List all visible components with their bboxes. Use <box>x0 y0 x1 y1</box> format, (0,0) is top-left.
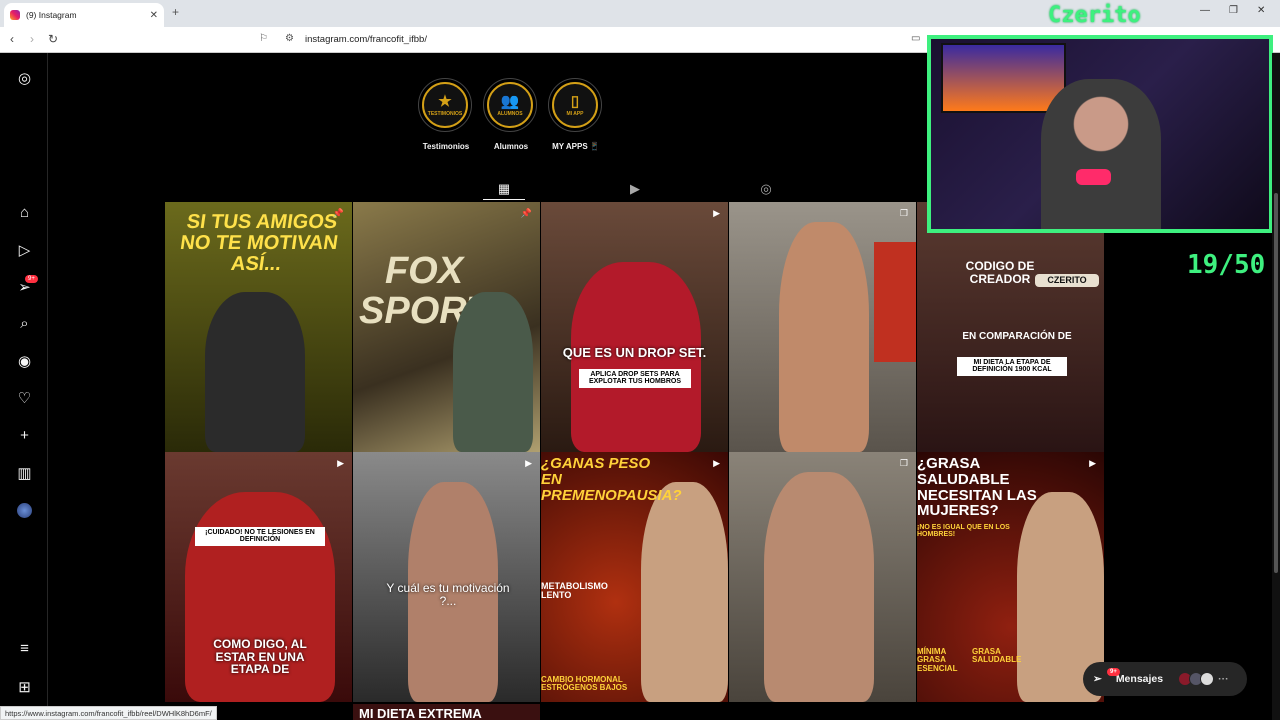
post-8[interactable]: ¿GANAS PESO EN PREMENOPAUSIA? METABOLISM… <box>541 452 728 702</box>
post-subcaption: ¡CUIDADO! NO TE LESIONES EN DEFINICIÓN <box>195 527 325 546</box>
post-subcaption-3: GRASA SALUDABLE <box>972 647 1022 665</box>
avatar <box>1200 672 1215 686</box>
highlight-label: Alumnos <box>493 142 529 151</box>
microphone-image <box>1076 169 1111 185</box>
streamer-name: Czerito <box>1048 3 1141 28</box>
tagged-tab[interactable]: ◎ <box>745 178 787 200</box>
instagram-sidebar: ◎ ⌂ ▷ ➢ ⌕ ◉ ♡ + ▥ ≡ ⊞ <box>0 53 48 720</box>
minimize-icon[interactable]: — <box>1200 5 1210 16</box>
post-caption: CODIGO DE CREADOR <box>965 259 1035 286</box>
site-info-icon[interactable]: ⚙ <box>285 33 294 44</box>
phone-icon: ▯ <box>570 92 580 110</box>
post-4[interactable]: ❐ <box>729 202 916 452</box>
post-figure <box>205 292 305 452</box>
highlight-testimonios[interactable]: ★ TESTIMONIOS Testimonios <box>418 78 474 151</box>
post-5[interactable]: CODIGO DE CREADOR CZERITO EN COMPARACIÓN… <box>917 202 1104 452</box>
messages-badge: 9+ <box>25 275 38 283</box>
webcam-overlay <box>927 35 1273 233</box>
messages-label: Mensajes <box>1115 673 1164 685</box>
more-icon: ··· <box>1218 673 1229 685</box>
post-subcaption-2: MI DIETA LA ETAPA DE DEFINICIÓN 1900 KCA… <box>957 357 1067 376</box>
bookmark-icon[interactable]: ⚐ <box>259 33 268 44</box>
highlight-label: Testimonios <box>422 142 470 151</box>
highlight-alumnos[interactable]: 👥 ALUMNOS Alumnos <box>483 78 539 151</box>
create-icon[interactable]: + <box>16 427 33 444</box>
post-caption: MI DIETA EXTREMA <box>359 706 482 720</box>
post-subcaption: EN COMPARACIÓN DE <box>962 331 1072 342</box>
back-icon[interactable]: ‹ <box>10 32 14 46</box>
close-tab-icon[interactable]: ✕ <box>150 10 158 21</box>
post-6[interactable]: ¡CUIDADO! NO TE LESIONES EN DEFINICIÓN C… <box>165 452 352 702</box>
streamer-image <box>1041 79 1161 229</box>
creator-tag: CZERITO <box>1035 274 1099 288</box>
post-subcaption: METABOLISMO LENTO <box>541 581 608 601</box>
pin-icon: 📌 <box>332 208 344 218</box>
also-from-meta-icon[interactable]: ⊞ <box>16 678 33 696</box>
post-subcaption-2: CAMBIO HORMONAL ESTRÓGENOS BAJOS <box>541 675 628 693</box>
menu-icon[interactable]: ≡ <box>16 640 33 657</box>
forward-icon[interactable]: › <box>30 32 34 46</box>
notifications-icon[interactable]: ♡ <box>16 389 33 407</box>
explore-icon[interactable]: ◉ <box>16 352 33 370</box>
post-subcaption-2: MÍNIMA GRASA ESENCIAL <box>917 647 958 673</box>
post-caption: COMO DIGO, AL ESTAR EN UNA ETAPA DE <box>213 637 307 677</box>
reel-icon: ▶ <box>525 458 532 468</box>
reload-icon[interactable]: ↻ <box>48 32 58 46</box>
close-window-icon[interactable]: ✕ <box>1257 5 1265 16</box>
instagram-favicon-icon <box>10 10 20 20</box>
star-icon: ★ <box>438 92 452 110</box>
highlight-label: MY APPS 📱 <box>552 142 600 151</box>
dashboard-icon[interactable]: ▥ <box>16 464 33 482</box>
instagram-logo-icon[interactable]: ◎ <box>16 69 33 87</box>
carousel-icon: ❐ <box>899 458 908 468</box>
search-icon[interactable]: ⌕ <box>16 315 33 332</box>
highlight-my-apps[interactable]: ▯ MI APP MY APPS 📱 <box>548 78 604 151</box>
post-1[interactable]: SI TUS AMIGOS NO TE MOTIVAN ASÍ... 📌 <box>165 202 352 452</box>
profile-avatar[interactable] <box>16 502 33 519</box>
restore-icon[interactable]: ❐ <box>1229 5 1238 16</box>
post-subcaption: APLICA DROP SETS PARA EXPLOTAR TUS HOMBR… <box>579 369 691 388</box>
message-avatars <box>1178 672 1215 686</box>
carousel-icon: ❐ <box>899 208 908 218</box>
post-caption: ¿GRASA SALUDABLE NECESITAN LAS MUJERES? <box>917 455 1037 520</box>
post-figure <box>641 482 728 702</box>
pin-icon: 📌 <box>520 208 532 218</box>
post-caption: SI TUS AMIGOS NO TE MOTIVAN ASÍ... <box>178 211 340 275</box>
post-11-peek[interactable]: MI DIETA EXTREMA <box>353 704 540 720</box>
messages-badge: 9+ <box>1107 668 1120 676</box>
reels-icon[interactable]: ▷ <box>16 241 33 259</box>
messages-icon: ➢ <box>1093 673 1102 685</box>
scrollbar[interactable] <box>1272 53 1280 720</box>
reels-tab[interactable]: ▶ <box>614 178 656 200</box>
scrollbar-thumb[interactable] <box>1274 193 1278 573</box>
post-figure <box>764 472 874 702</box>
post-caption: Y cuál es tu motivación ?... <box>386 581 510 608</box>
post-7[interactable]: Y cuál es tu motivación ?... ▶ <box>353 452 540 702</box>
group-icon: 👥 <box>500 92 520 110</box>
post-caption: ¿GANAS PESO EN PREMENOPAUSIA? <box>541 455 682 504</box>
reel-icon: ▶ <box>337 458 344 468</box>
post-figure <box>453 292 533 452</box>
post-caption: QUE ES UN DROP SET. <box>562 345 707 360</box>
monitor-image <box>941 43 1066 113</box>
post-figure <box>779 222 869 452</box>
posts-tab[interactable]: ▦ <box>483 178 525 200</box>
goal-counter: 19/50 <box>1187 250 1266 280</box>
post-9[interactable]: ❐ <box>729 452 916 702</box>
browser-tab[interactable]: (9) Instagram ✕ <box>4 3 164 27</box>
url-field[interactable]: instagram.com/francofit_ifbb/ <box>305 34 427 45</box>
reel-icon: ▶ <box>1089 458 1096 468</box>
status-url: https://www.instagram.com/francofit_ifbb… <box>0 706 217 720</box>
reel-icon: ▶ <box>713 208 720 218</box>
post-subcaption: ¡NO ES IGUAL QUE EN LOS HOMBRES! <box>917 524 1010 539</box>
post-10[interactable]: ¿GRASA SALUDABLE NECESITAN LAS MUJERES? … <box>917 452 1104 702</box>
tab-title: (9) Instagram <box>26 10 77 20</box>
home-icon[interactable]: ⌂ <box>16 204 33 221</box>
new-tab-icon[interactable]: + <box>172 5 179 19</box>
post-3[interactable]: QUE ES UN DROP SET. APLICA DROP SETS PAR… <box>541 202 728 452</box>
messages-button[interactable]: ➢ 9+ Mensajes ··· <box>1083 662 1247 696</box>
cast-icon[interactable]: ▭ <box>911 33 920 44</box>
reel-icon: ▶ <box>713 458 720 468</box>
post-2[interactable]: FOX SPORTS 📌 <box>353 202 540 452</box>
